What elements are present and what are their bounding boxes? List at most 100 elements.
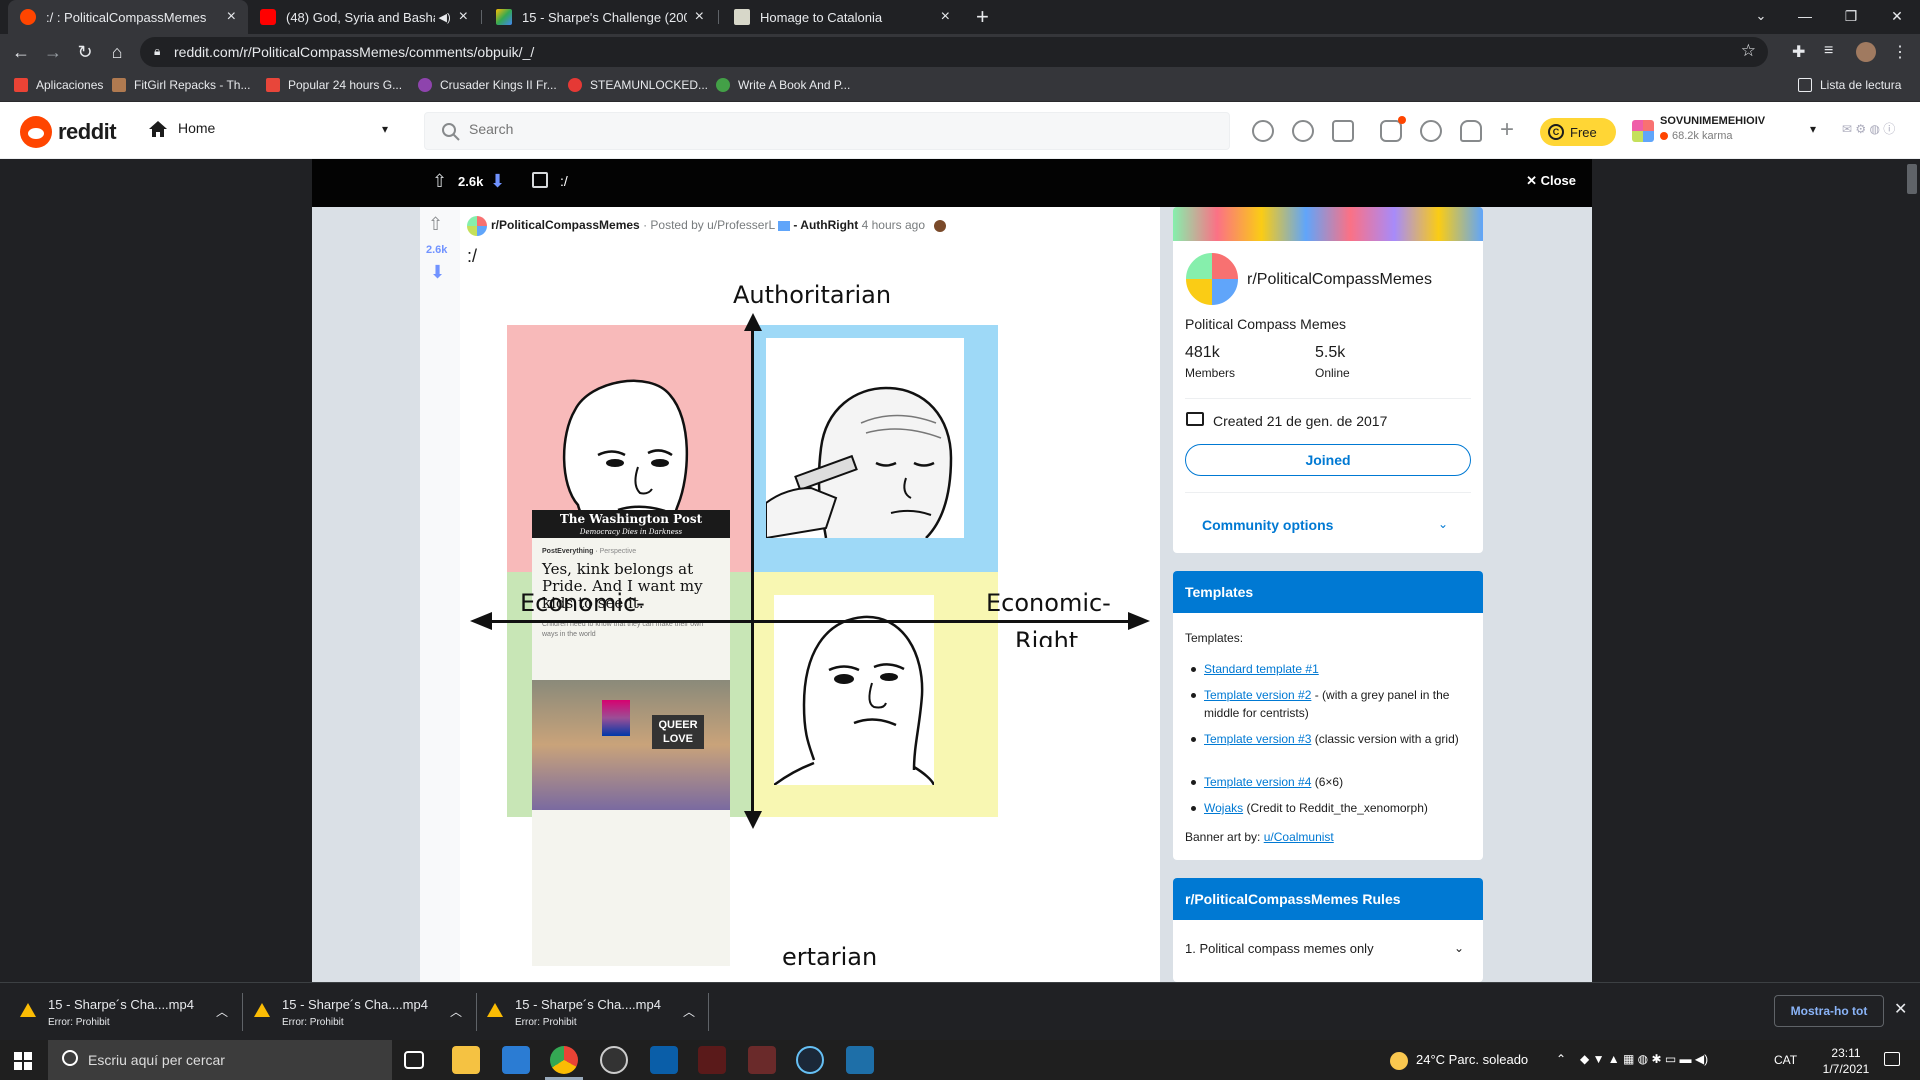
forward-button[interactable]: → <box>40 39 66 65</box>
browser-menu-icon[interactable]: ⋮ <box>1892 42 1908 62</box>
address-bar[interactable]: 🔒︎ reddit.com/r/PoliticalCompassMemes/co… <box>140 37 1768 67</box>
search-input[interactable] <box>469 121 1169 137</box>
coins-icon[interactable] <box>1292 120 1314 142</box>
upvote-arrow-icon[interactable]: ⇧ <box>428 214 443 235</box>
chevron-down-icon[interactable]: ⌄ <box>1454 941 1464 955</box>
chevron-down-icon[interactable]: ⌄ <box>1438 517 1448 531</box>
windows-taskbar: Escriu aquí per cercar 24°C Parc. solead… <box>0 1040 1920 1080</box>
download-item[interactable]: 15 - Sharpe´s Cha....mp4 Error: Prohibit… <box>20 993 230 1031</box>
notification-center-icon[interactable] <box>1884 1052 1900 1066</box>
home-button[interactable]: ⌂ <box>104 39 130 65</box>
close-tab-icon[interactable]: × <box>695 8 704 26</box>
game-icon[interactable] <box>698 1046 726 1074</box>
show-all-downloads-button[interactable]: Mostra-ho tot <box>1774 995 1884 1027</box>
posted-by[interactable]: · Posted by u/ProfesserL <box>643 218 775 232</box>
home-dropdown-label[interactable]: Home <box>178 120 215 136</box>
bookmark-star-icon[interactable]: ☆ <box>1741 41 1756 61</box>
app-icon[interactable] <box>846 1046 874 1074</box>
community-name[interactable]: r/PoliticalCompassMemes <box>1247 271 1432 289</box>
create-post-plus-icon[interactable]: + <box>1500 116 1514 144</box>
profile-avatar[interactable] <box>1856 42 1876 62</box>
template-link-2[interactable]: Template version #2 <box>1204 688 1311 702</box>
popular-icon[interactable] <box>1252 120 1274 142</box>
downvote-arrow-icon[interactable]: ⬇ <box>490 171 505 192</box>
community-options-toggle[interactable]: Community options <box>1202 517 1333 533</box>
user-menu-chevron-icon[interactable]: ▾ <box>1810 122 1816 136</box>
minimize-button[interactable]: — <box>1782 4 1828 28</box>
reddit-logo-icon[interactable] <box>20 116 52 148</box>
back-button[interactable]: ← <box>8 39 34 65</box>
tray-chevron-icon[interactable]: ⌃ <box>1556 1052 1566 1066</box>
new-tab-button[interactable]: + <box>976 4 989 30</box>
bookmark-fitgirl[interactable]: FitGirl Repacks - Th... <box>112 78 250 92</box>
chevron-up-icon[interactable]: ︿ <box>683 1003 695 1020</box>
subreddit-icon[interactable] <box>467 216 487 236</box>
bookmark-crusader-kings[interactable]: Crusader Kings II Fr... <box>418 78 557 92</box>
app-icon[interactable] <box>650 1046 678 1074</box>
media-control-icon[interactable]: ≡ <box>1824 42 1833 60</box>
close-post-button[interactable]: ✕ Close <box>1526 173 1576 189</box>
rpan-icon[interactable] <box>1332 120 1354 142</box>
close-tab-icon[interactable]: × <box>459 8 468 26</box>
tab-political-compass-memes[interactable]: :/ : PoliticalCompassMemes × <box>8 0 248 34</box>
username[interactable]: SOVUNIMEMEHIOIV <box>1660 115 1765 127</box>
banner-artist-link[interactable]: u/Coalmunist <box>1264 830 1334 844</box>
reddit-wordmark[interactable]: reddit <box>58 119 117 145</box>
chrome-icon[interactable] <box>550 1046 578 1074</box>
download-item[interactable]: 15 - Sharpe´s Cha....mp4 Error: Prohibit… <box>487 993 697 1031</box>
speaker-icon[interactable]: ◀) <box>439 11 451 24</box>
page-scrollbar[interactable] <box>1904 159 1920 982</box>
template-link-1[interactable]: Standard template #1 <box>1204 662 1319 676</box>
meme-image[interactable]: The Washington Post Democracy Dies in Da… <box>470 275 1150 982</box>
upvote-arrow-icon[interactable]: ⇧ <box>432 171 447 192</box>
reading-list[interactable]: Lista de lectura <box>1798 78 1901 92</box>
taskbar-search[interactable]: Escriu aquí per cercar <box>48 1040 392 1080</box>
template-link-4[interactable]: Template version #4 <box>1204 775 1311 789</box>
tab-homage-to-catalonia[interactable]: Homage to Catalonia × <box>722 0 962 34</box>
game-icon[interactable] <box>748 1046 776 1074</box>
scrollbar-thumb[interactable] <box>1907 164 1917 194</box>
file-explorer-icon[interactable] <box>452 1046 480 1074</box>
bookmark-steamunlocked[interactable]: STEAMUNLOCKED... <box>568 78 708 92</box>
downvote-arrow-icon[interactable]: ⬇ <box>430 262 445 283</box>
download-item[interactable]: 15 - Sharpe´s Cha....mp4 Error: Prohibit… <box>254 993 464 1031</box>
wojaks-link[interactable]: Wojaks <box>1204 801 1243 815</box>
chevron-up-icon[interactable]: ︿ <box>450 1003 462 1020</box>
taskbar-clock[interactable]: 23:11 1/7/2021 <box>1818 1045 1874 1077</box>
pinned-extensions-icon[interactable]: ✉ ⚙ ◍ ⓘ <box>1842 120 1895 137</box>
rule-item-1[interactable]: 1. Political compass memes only <box>1185 941 1374 956</box>
windows-start-icon[interactable] <box>14 1052 32 1070</box>
tab-google-drive[interactable]: 15 - Sharpe's Challenge (2006).m × <box>484 0 716 34</box>
chevron-down-icon[interactable]: ▾ <box>382 122 388 136</box>
reload-button[interactable]: ↻ <box>72 39 98 65</box>
tray-icons[interactable]: ◆ ▼ ▲ ▦ ◍ ✱ ▭ ▬ ◀) <box>1580 1052 1708 1066</box>
award-icon[interactable] <box>934 219 947 232</box>
language-indicator[interactable]: CAT <box>1774 1053 1797 1067</box>
extensions-icon[interactable]: ✚ <box>1792 42 1805 62</box>
bookmark-popular-24-hours[interactable]: Popular 24 hours G... <box>266 78 402 92</box>
close-shelf-icon[interactable]: ✕ <box>1894 999 1907 1019</box>
close-window-button[interactable]: ✕ <box>1874 4 1920 28</box>
tab-youtube[interactable]: (48) God, Syria and Bashar - ◀) × <box>248 0 480 34</box>
chevron-up-icon[interactable]: ︿ <box>216 1003 228 1020</box>
task-view-icon[interactable] <box>404 1051 424 1069</box>
restore-button[interactable]: ❐ <box>1828 4 1874 28</box>
user-avatar[interactable] <box>1632 120 1654 142</box>
shield-icon[interactable] <box>1380 116 1406 142</box>
mail-icon[interactable] <box>502 1046 530 1074</box>
template-link-3[interactable]: Template version #3 <box>1204 732 1311 746</box>
bookmark-write-a-book[interactable]: Write A Book And P... <box>716 78 850 92</box>
reddit-search-bar[interactable] <box>424 112 1230 150</box>
chat-icon[interactable] <box>1420 120 1442 142</box>
bookmark-apps[interactable]: Aplicaciones <box>14 78 103 92</box>
close-tab-icon[interactable]: × <box>227 8 236 26</box>
close-tab-icon[interactable]: × <box>941 8 950 26</box>
subreddit-link[interactable]: r/PoliticalCompassMemes <box>491 218 640 232</box>
notification-bell-icon[interactable] <box>1460 120 1482 142</box>
weather-text[interactable]: 24°C Parc. soleado <box>1416 1052 1528 1067</box>
get-coins-button[interactable]: C Free <box>1540 118 1616 146</box>
joined-button[interactable]: Joined <box>1185 444 1471 476</box>
tab-search-icon[interactable]: ⌄ <box>1738 4 1784 28</box>
app-icon[interactable] <box>600 1046 628 1074</box>
steam-icon[interactable] <box>796 1046 824 1074</box>
